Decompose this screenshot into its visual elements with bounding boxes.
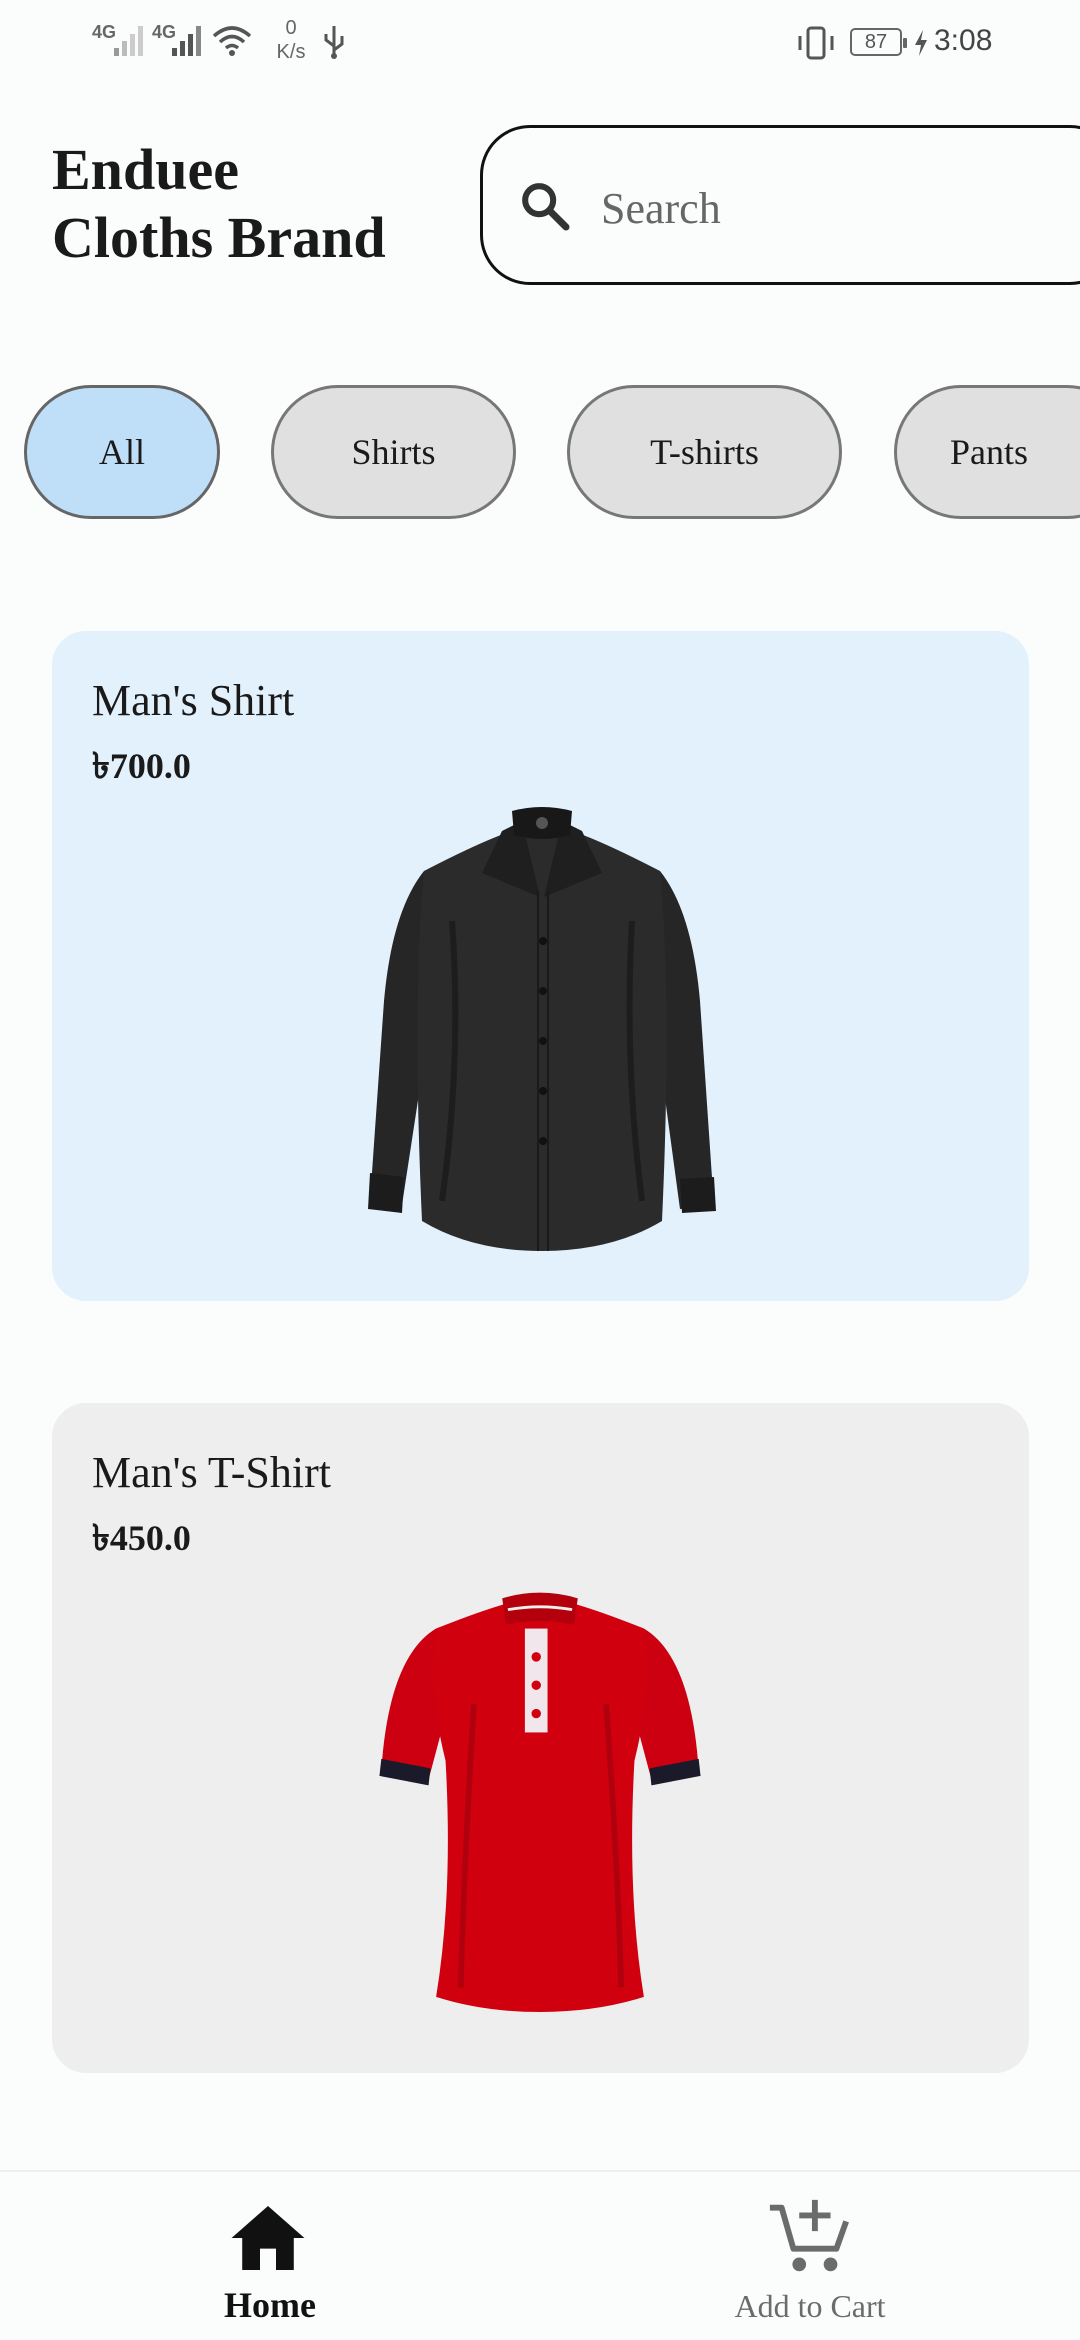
product-card[interactable]: Man's Shirt ৳700.0 [52, 631, 1029, 1301]
category-chip-all[interactable]: All [24, 385, 220, 519]
category-chip-tshirts[interactable]: T-shirts [567, 385, 842, 519]
nav-add-to-cart-label: Add to Cart [734, 2288, 886, 2324]
nav-home-label: Home [224, 2285, 316, 2325]
product-name: Man's Shirt [92, 676, 295, 725]
black-shirt-image [368, 807, 716, 1251]
nav-add-to-cart[interactable]: Add to Cart [540, 2172, 1080, 2340]
bottom-navigation: Home Add to Cart [0, 2170, 1080, 2340]
chip-label: All [98, 432, 145, 472]
vibrate-icon [798, 26, 834, 60]
battery-indicator: 87 [850, 28, 907, 56]
usb-icon [324, 26, 344, 59]
chip-label: Shirts [351, 432, 436, 472]
home-icon [231, 2206, 305, 2270]
brand-title-line-1: Enduee [52, 137, 239, 202]
speed-unit: K/s [276, 41, 306, 63]
product-card[interactable]: Man's T-Shirt ৳450.0 [52, 1403, 1029, 2073]
category-chip-pants[interactable]: Pants [894, 385, 1080, 519]
product-price: ৳700.0 [92, 746, 191, 786]
product-price: ৳450.0 [92, 1518, 191, 1558]
home-screen: 4G 4G 0 K/s 87 3:08 Enduee Cloths Brand … [0, 0, 1080, 2340]
clock: 3:08 [934, 24, 993, 57]
chip-label: Pants [949, 432, 1028, 472]
category-chip-shirts[interactable]: Shirts [271, 385, 516, 519]
brand-title-line-2: Cloths Brand [52, 205, 386, 270]
search-input[interactable] [601, 158, 1080, 258]
status-bar: 4G 4G 0 K/s 87 3:08 [0, 0, 1080, 84]
search-icon[interactable] [517, 178, 573, 234]
add-to-cart-icon [769, 2199, 849, 2272]
search-bar[interactable] [480, 125, 1080, 285]
network-speed: 0 K/s [266, 16, 316, 64]
product-name: Man's T-Shirt [92, 1448, 331, 1497]
brand-title: Enduee Cloths Brand [52, 136, 452, 272]
chip-label: T-shirts [650, 432, 759, 472]
charging-icon [915, 30, 927, 56]
signal-icon-2 [172, 26, 201, 56]
nav-home[interactable]: Home [0, 2172, 540, 2340]
signal-icon-1 [114, 26, 143, 56]
red-polo-image [379, 1592, 701, 2012]
wifi-icon [212, 26, 252, 56]
speed-value: 0 [285, 17, 297, 39]
